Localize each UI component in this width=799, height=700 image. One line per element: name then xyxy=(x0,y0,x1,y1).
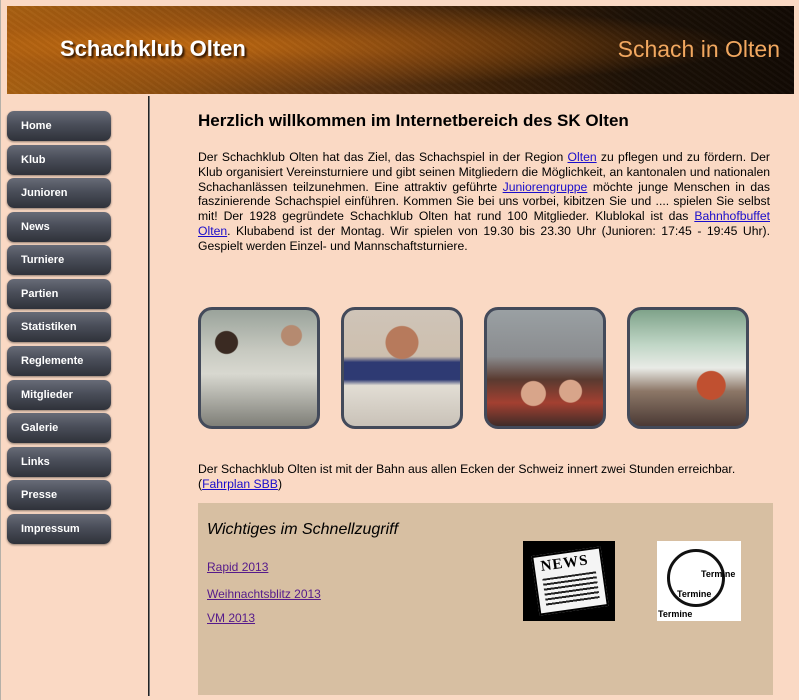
sidebar-item-turniere[interactable]: Turniere xyxy=(7,245,111,275)
sidebar-item-mitglieder[interactable]: Mitglieder xyxy=(7,379,111,410)
sidebar-divider xyxy=(148,96,150,696)
photo-juniors-medals[interactable] xyxy=(484,307,606,429)
sidebar-item-statistiken[interactable]: Statistiken xyxy=(7,312,111,342)
sidebar-item-presse[interactable]: Presse xyxy=(7,480,111,510)
photo-player-at-board[interactable] xyxy=(341,307,463,429)
olten-link[interactable]: Olten xyxy=(568,150,597,164)
site-title: Schachklub Olten xyxy=(60,36,246,61)
sidebar-item-galerie[interactable]: Galerie xyxy=(7,413,111,443)
intro-paragraph: Der Schachklub Olten hat das Ziel, das S… xyxy=(198,150,770,254)
quick-link-vm-2013[interactable]: VM 2013 xyxy=(207,611,255,625)
newspaper-lines xyxy=(542,571,600,607)
photo-tournament-hall[interactable] xyxy=(627,307,749,429)
intro-text-1: Der Schachklub Olten hat das Ziel, das S… xyxy=(198,150,568,164)
photo-chess-game[interactable] xyxy=(198,307,320,429)
juniorengruppe-link[interactable]: Juniorengruppe xyxy=(503,180,588,194)
quick-link-weihnachtsblitz-2013[interactable]: Weihnachtsblitz 2013 xyxy=(207,587,321,601)
sidebar-item-reglemente[interactable]: Reglemente xyxy=(7,346,111,376)
page: Schachklub Olten Schach in Olten Home Kl… xyxy=(0,0,799,700)
news-newspaper-icon[interactable]: NEWS xyxy=(523,541,615,621)
sidebar-item-partien[interactable]: Partien xyxy=(7,278,111,309)
header-banner: Schachklub Olten Schach in Olten xyxy=(7,6,794,94)
termine-text-2: Termine xyxy=(677,589,712,599)
termine-text-1: Termine xyxy=(701,569,736,579)
site-tagline: Schach in Olten xyxy=(617,36,780,62)
newspaper-shape: NEWS xyxy=(531,546,609,616)
sidebar-item-klub[interactable]: Klub xyxy=(7,144,111,175)
termine-watch-icon[interactable]: Termine Termine Termine xyxy=(657,541,741,621)
fahrplan-sbb-link[interactable]: Fahrplan SBB xyxy=(202,477,278,491)
intro-text-4: . Klubabend ist der Montag. Wir spielen … xyxy=(198,223,770,253)
page-title: Herzlich willkommen im Internetbereich d… xyxy=(198,111,629,130)
termine-text-3: Termine xyxy=(658,609,693,619)
sidebar-item-home[interactable]: Home xyxy=(7,111,111,141)
sidebar-item-junioren[interactable]: Junioren xyxy=(7,178,111,208)
sidebar-item-links[interactable]: Links xyxy=(7,446,111,477)
quick-link-rapid-2013[interactable]: Rapid 2013 xyxy=(207,560,268,574)
rail-text-2: ) xyxy=(277,477,282,491)
quick-access-heading: Wichtiges im Schnellzugriff xyxy=(207,521,399,538)
quick-access-panel: Wichtiges im Schnellzugriff Rapid 2013 W… xyxy=(198,503,773,695)
sidebar-item-impressum[interactable]: Impressum xyxy=(7,513,111,544)
rail-paragraph: Der Schachklub Olten ist mit der Bahn au… xyxy=(198,462,770,492)
sidebar-item-news[interactable]: News xyxy=(7,211,111,242)
